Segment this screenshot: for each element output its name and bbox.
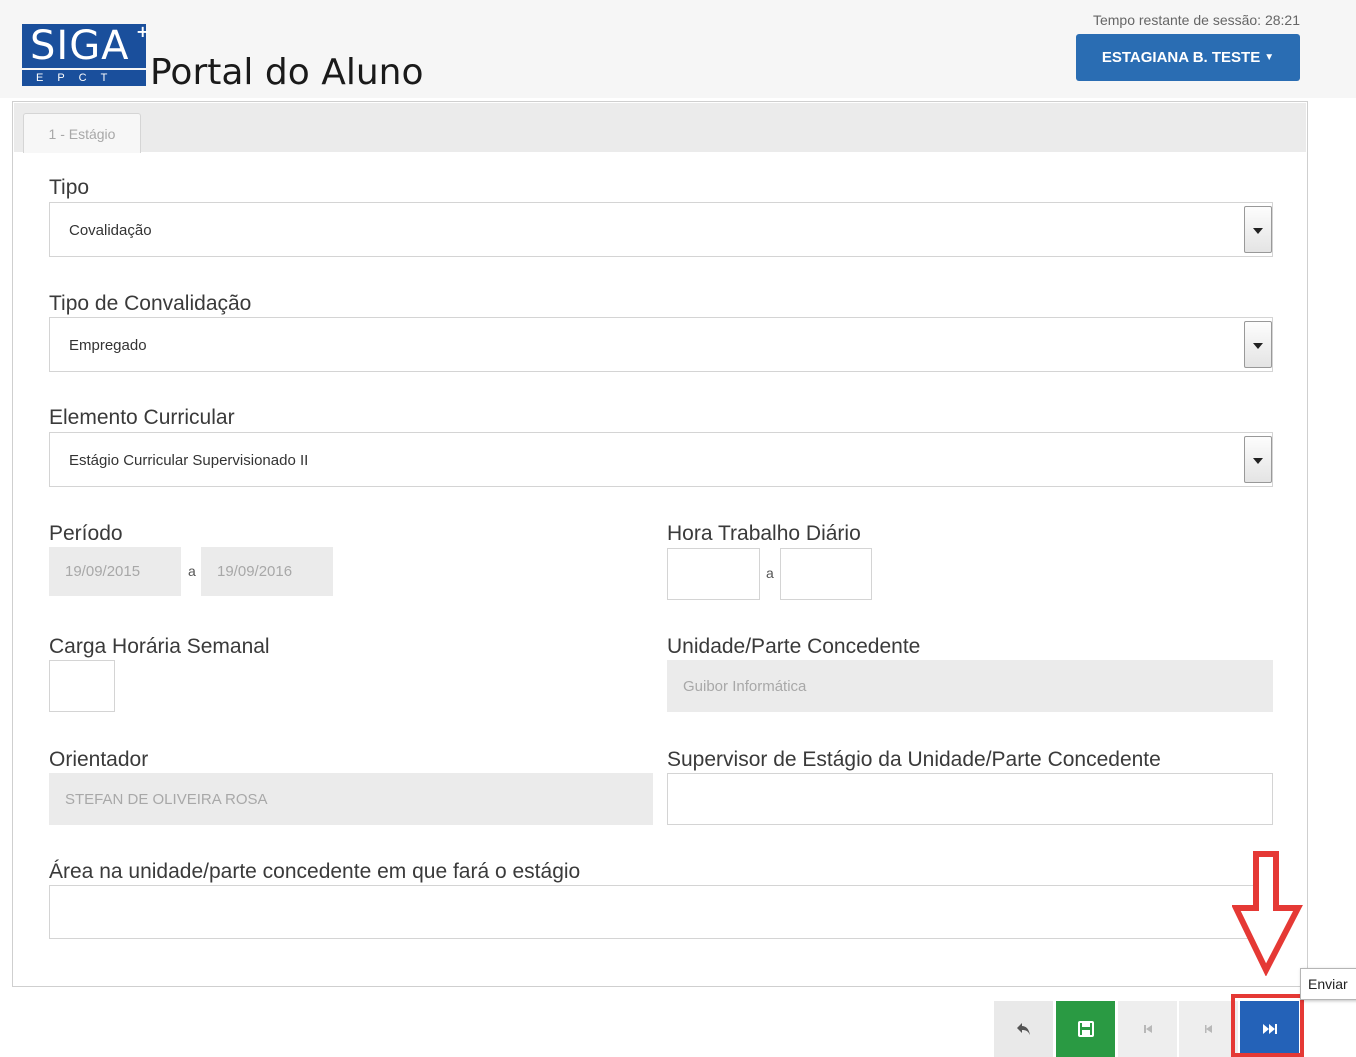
area-input[interactable] [49,885,1273,939]
highlight-box-annotation [1231,994,1304,1057]
logo-plus: + [136,22,150,41]
area-label: Área na unidade/parte concedente em que … [49,860,581,883]
first-button[interactable] [1118,1001,1177,1057]
floppy-icon [1077,1021,1094,1037]
red-arrow-annotation [1232,851,1303,976]
elemento-curricular-label: Elemento Curricular [49,406,235,429]
orientador-input[interactable] [49,773,653,825]
periodo-start-input[interactable] [49,547,181,596]
carga-horaria-label: Carga Horária Semanal [49,635,270,658]
tab-strip: 1 - Estágio [14,103,1306,153]
chevron-down-icon[interactable] [1244,436,1272,483]
previous-icon [1204,1025,1212,1033]
first-page-icon [1143,1025,1152,1033]
elemento-curricular-value: Estágio Curricular Supervisionado II [69,452,309,469]
previous-button[interactable] [1179,1001,1238,1057]
logo-subtitle: EPCT [22,70,146,86]
carga-horaria-input[interactable] [49,660,115,712]
save-button[interactable] [1056,1001,1115,1057]
orientador-label: Orientador [49,748,149,771]
back-button[interactable] [994,1001,1053,1057]
session-timer: Tempo restante de sessão: 28:21 [1092,12,1300,28]
supervisor-label: Supervisor de Estágio da Unidade/Parte C… [667,748,1161,771]
user-menu-button[interactable]: ESTAGIANA B. TESTE ▼ [1076,34,1300,81]
chevron-down-icon[interactable] [1244,321,1272,368]
logo-text: SIGA [22,24,146,68]
periodo-separator: a [188,563,196,579]
elemento-curricular-select[interactable]: Estágio Curricular Supervisionado II [49,432,1273,487]
hora-trabalho-label: Hora Trabalho Diário [667,522,861,545]
caret-down-icon: ▼ [1264,52,1275,63]
periodo-label: Período [49,522,123,545]
page-title: Portal do Aluno [150,52,424,93]
chevron-down-icon[interactable] [1244,206,1272,253]
hora-trabalho-end-input[interactable] [780,548,872,600]
tipo-value: Covalidação [69,222,152,239]
tipo-select[interactable]: Covalidação [49,202,1273,257]
top-header: SIGA + EPCT Portal do Aluno Tempo restan… [0,0,1356,98]
undo-icon [1016,1023,1030,1035]
tipo-convalidacao-value: Empregado [69,337,147,354]
send-tooltip: Enviar [1300,968,1356,1000]
hora-trabalho-start-input[interactable] [667,548,760,600]
tipo-convalidacao-label: Tipo de Convalidação [49,292,252,315]
tipo-label: Tipo [49,176,90,199]
siga-logo: SIGA + EPCT [22,22,150,86]
supervisor-input[interactable] [667,773,1273,825]
user-menu-label: ESTAGIANA B. TESTE [1101,49,1261,66]
tab-estagio[interactable]: 1 - Estágio [23,113,141,153]
periodo-end-input[interactable] [201,547,333,596]
unidade-concedente-input[interactable] [667,660,1273,712]
tipo-convalidacao-select[interactable]: Empregado [49,317,1273,372]
unidade-concedente-label: Unidade/Parte Concedente [667,635,921,658]
hora-trabalho-separator: a [766,565,774,581]
